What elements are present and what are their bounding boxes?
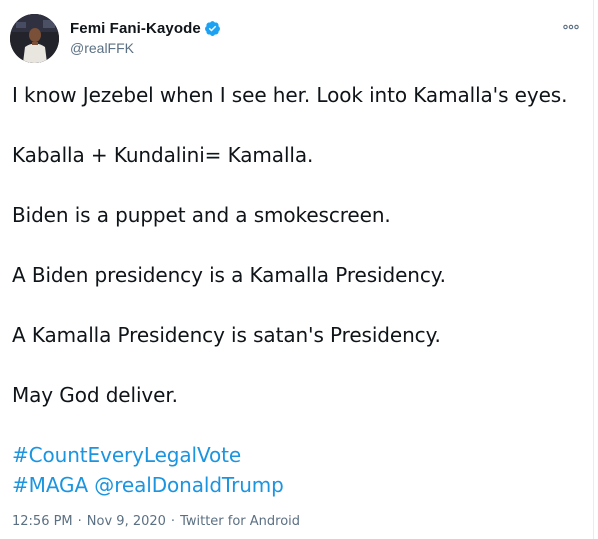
more-options-icon[interactable]	[560, 18, 582, 36]
meta-separator: ·	[170, 514, 176, 529]
hashtag-block: #CountEveryLegalVote #MAGA @realDonaldTr…	[12, 440, 582, 500]
display-name-row: Femi Fani-Kayode	[70, 18, 221, 38]
author-handle[interactable]: @realFFK	[70, 40, 221, 56]
tweet-paragraph: May God deliver.	[12, 383, 178, 407]
hashtag-link[interactable]: #CountEveryLegalVote	[12, 443, 241, 467]
tweet-paragraph: I know Jezebel when I see her. Look into…	[12, 83, 568, 107]
tweet-source[interactable]: Twitter for Android	[180, 514, 300, 529]
tweet-paragraph: A Kamalla Presidency is satan's Presiden…	[12, 323, 441, 347]
tweet-meta: 12:56 PM · Nov 9, 2020 · Twitter for Android	[12, 514, 300, 529]
tweet-paragraph: Kaballa + Kundalini= Kamalla.	[12, 143, 314, 167]
avatar[interactable]	[10, 14, 59, 63]
tweet-card: Femi Fani-Kayode @realFFK I know Jezebel…	[0, 0, 594, 539]
mention-link[interactable]: @realDonaldTrump	[94, 473, 284, 497]
tweet-header: Femi Fani-Kayode @realFFK	[10, 14, 590, 64]
tweet-paragraph: A Biden presidency is a Kamalla Presiden…	[12, 263, 446, 287]
hashtag-link[interactable]: #MAGA	[12, 473, 88, 497]
tweet-text: I know Jezebel when I see her. Look into…	[12, 80, 582, 500]
author-names: Femi Fani-Kayode @realFFK	[70, 18, 221, 56]
tweet-date[interactable]: Nov 9, 2020	[87, 514, 166, 529]
author-display-name[interactable]: Femi Fani-Kayode	[70, 20, 201, 37]
tweet-time[interactable]: 12:56 PM	[12, 514, 73, 529]
verified-badge-icon	[204, 20, 221, 37]
meta-separator: ·	[77, 514, 82, 529]
tweet-paragraph: Biden is a puppet and a smokescreen.	[12, 203, 391, 227]
profile-photo-icon	[10, 14, 59, 63]
